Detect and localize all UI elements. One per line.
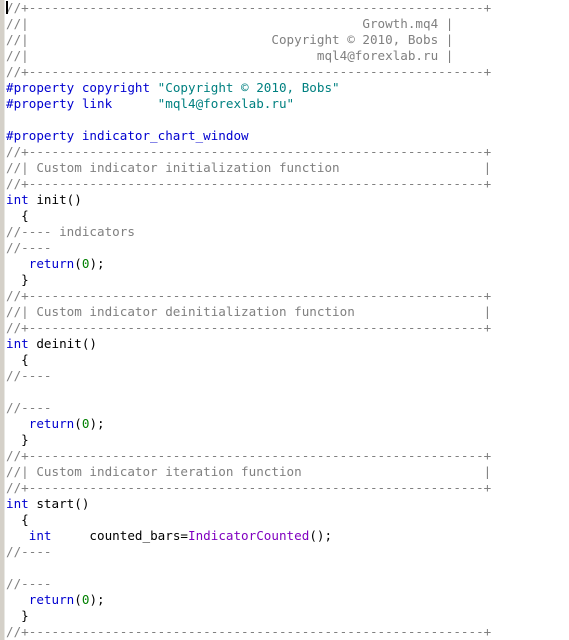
code-token-cm: //| Custom indicator iteration function …	[6, 464, 492, 479]
code-line[interactable]: }	[0, 432, 569, 448]
code-line[interactable]	[0, 560, 569, 576]
code-token-cm: //| Copyright © 2010, Bobs |	[6, 32, 454, 47]
code-line[interactable]: //| mql4@forexlab.ru |	[0, 48, 569, 64]
code-token-cm: //| Growth.mq4 |	[6, 16, 454, 31]
code-token-cm: //----	[6, 368, 52, 383]
text-caret	[6, 1, 8, 14]
code-token-cm: //+-------------------------------------…	[6, 144, 492, 159]
code-line[interactable]: //| Custom indicator initialization func…	[0, 160, 569, 176]
code-line[interactable]: int init()	[0, 192, 569, 208]
code-token-id: (	[74, 416, 82, 431]
code-token-cm: //+-------------------------------------…	[6, 0, 492, 15]
code-token-kw: return	[28, 416, 75, 431]
code-token-id: (	[74, 592, 82, 607]
code-token-pp: #property link	[6, 96, 158, 111]
code-token-cm: //| Custom indicator deinitialization fu…	[6, 304, 492, 319]
code-token-fn: IndicatorCounted	[187, 528, 310, 543]
code-token-id: {	[6, 208, 29, 223]
code-line[interactable]: //----	[0, 368, 569, 384]
code-token-id: }	[6, 608, 29, 623]
code-line[interactable]: {	[0, 208, 569, 224]
code-token-kw: return	[28, 592, 75, 607]
code-line[interactable]: //+-------------------------------------…	[0, 176, 569, 192]
code-token-id: deinit()	[28, 336, 97, 351]
code-token-cm: //+-------------------------------------…	[6, 64, 492, 79]
code-token-cm: //----	[6, 576, 52, 591]
code-token-id: counted_bars=	[51, 528, 188, 543]
code-token-id: init()	[28, 192, 82, 207]
code-line[interactable]: #property link "mql4@forexlab.ru"	[0, 96, 569, 112]
code-line[interactable]: //+-------------------------------------…	[0, 288, 569, 304]
code-token-id	[6, 592, 29, 607]
code-line[interactable]: //+-------------------------------------…	[0, 320, 569, 336]
code-line[interactable]: //+-------------------------------------…	[0, 144, 569, 160]
code-token-id	[6, 416, 29, 431]
code-token-cm: //| mql4@forexlab.ru |	[6, 48, 454, 63]
code-line[interactable]: //+-------------------------------------…	[0, 448, 569, 464]
code-line[interactable]: //----	[0, 576, 569, 592]
code-line[interactable]: //| Custom indicator deinitialization fu…	[0, 304, 569, 320]
code-token-cm: //+-------------------------------------…	[6, 624, 492, 639]
code-token-cm: //+-------------------------------------…	[6, 448, 492, 463]
code-line[interactable]: //----	[0, 240, 569, 256]
code-line[interactable]: int counted_bars=IndicatorCounted();	[0, 528, 569, 544]
code-token-cm: //+-------------------------------------…	[6, 176, 492, 191]
code-token-str: "Copyright © 2010, Bobs"	[157, 80, 340, 95]
code-line[interactable]: //---- indicators	[0, 224, 569, 240]
code-token-kw: int	[6, 192, 29, 207]
code-token-cm: //| Custom indicator initialization func…	[6, 160, 492, 175]
code-line[interactable]: //+-------------------------------------…	[0, 64, 569, 80]
code-token-cm: //+-------------------------------------…	[6, 480, 492, 495]
code-token-kw: int	[6, 496, 29, 511]
code-token-id: (	[74, 256, 82, 271]
code-token-id: start()	[28, 496, 90, 511]
code-line[interactable]: }	[0, 608, 569, 624]
code-line[interactable]: //----	[0, 400, 569, 416]
code-token-pp: #property copyright	[6, 80, 158, 95]
code-line[interactable]: return(0);	[0, 256, 569, 272]
code-token-kw: return	[28, 256, 75, 271]
code-token-cm: //----	[6, 240, 52, 255]
code-token-id: );	[89, 592, 105, 607]
code-line[interactable]: //+-------------------------------------…	[0, 480, 569, 496]
code-line[interactable]: int deinit()	[0, 336, 569, 352]
code-token-id	[6, 528, 29, 543]
code-token-cm: //---- indicators	[6, 224, 135, 239]
code-line[interactable]	[0, 112, 569, 128]
code-token-id: );	[89, 256, 105, 271]
code-token-cm: //----	[6, 544, 52, 559]
code-line[interactable]: //| Growth.mq4 |	[0, 16, 569, 32]
code-token-id: {	[6, 512, 29, 527]
code-token-kw: int	[6, 336, 29, 351]
code-line[interactable]: #property indicator_chart_window	[0, 128, 569, 144]
code-line[interactable]: #property copyright "Copyright © 2010, B…	[0, 80, 569, 96]
code-line[interactable]: }	[0, 272, 569, 288]
code-line[interactable]: return(0);	[0, 592, 569, 608]
code-token-kw: int	[28, 528, 52, 543]
code-line[interactable]: //----	[0, 544, 569, 560]
code-token-pp: #property indicator_chart_window	[6, 128, 249, 143]
code-token-id: }	[6, 272, 29, 287]
code-text-area[interactable]: //+-------------------------------------…	[0, 0, 569, 640]
code-token-cm: //+-------------------------------------…	[6, 320, 492, 335]
code-editor[interactable]: //+-------------------------------------…	[0, 0, 569, 640]
code-token-cm: //+-------------------------------------…	[6, 288, 492, 303]
code-line[interactable]: {	[0, 352, 569, 368]
code-line[interactable]: int start()	[0, 496, 569, 512]
code-line[interactable]: {	[0, 512, 569, 528]
code-line[interactable]	[0, 384, 569, 400]
code-token-cm: //----	[6, 400, 52, 415]
code-token-id: {	[6, 352, 29, 367]
code-line[interactable]: //| Custom indicator iteration function …	[0, 464, 569, 480]
code-token-id	[6, 256, 29, 271]
code-token-id: }	[6, 432, 29, 447]
code-line[interactable]: return(0);	[0, 416, 569, 432]
code-token-id: );	[89, 416, 105, 431]
code-line[interactable]: //+-------------------------------------…	[0, 0, 569, 16]
code-line[interactable]: //+-------------------------------------…	[0, 624, 569, 640]
code-line[interactable]: //| Copyright © 2010, Bobs |	[0, 32, 569, 48]
code-token-id: ();	[309, 528, 333, 543]
code-token-str: "mql4@forexlab.ru"	[157, 96, 295, 111]
